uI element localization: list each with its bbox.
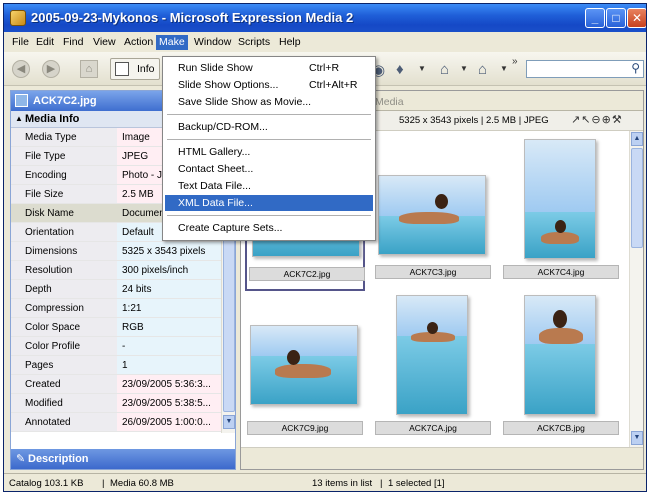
- menu-item-text-data-file[interactable]: Text Data File...: [165, 178, 373, 194]
- info-row[interactable]: Annotated 26/09/2005 1:00:0...: [11, 413, 221, 432]
- overflow-chevron-icon[interactable]: »: [512, 56, 518, 67]
- image-properties-text: 5325 x 3543 pixels | 2.5 MB | JPEG: [399, 115, 549, 126]
- thumbnail-caption: ACK7C4.jpg: [503, 265, 619, 279]
- thumbnail-scrollbar[interactable]: ▲ ▼: [629, 131, 643, 447]
- title-bar[interactable]: 2005-09-23-Mykonos - Microsoft Expressio…: [4, 4, 646, 32]
- info-row[interactable]: Resolution 300 pixels/inch: [11, 261, 221, 280]
- menu-edit[interactable]: Edit: [33, 35, 57, 50]
- thumbnail-image[interactable]: [524, 139, 596, 259]
- menu-item-xml-data-file[interactable]: XML Data File...: [165, 195, 373, 211]
- pencil-icon: ✎: [16, 453, 26, 465]
- info-label: Info: [137, 63, 155, 75]
- info-button[interactable]: Info: [110, 58, 160, 80]
- thumbnail-caption: ACK7C2.jpg: [249, 267, 365, 281]
- thumbnail-image[interactable]: [378, 175, 486, 255]
- thumbnail-image[interactable]: [524, 295, 596, 415]
- thumbnail-caption: ACK7C9.jpg: [247, 421, 363, 435]
- menu-make[interactable]: Make: [156, 35, 188, 50]
- menu-item-contact-sheet[interactable]: Contact Sheet...: [165, 161, 373, 177]
- tab-media[interactable]: Media: [375, 96, 404, 108]
- menu-separator: [167, 139, 371, 140]
- dropdown-arrow-icon[interactable]: ▼: [418, 64, 426, 73]
- forward-arrow-icon[interactable]: ▶: [42, 60, 60, 78]
- thumbnail-cell[interactable]: ACK7C3.jpg: [373, 135, 493, 291]
- info-panel-icon: [115, 62, 129, 76]
- scroll-down-icon[interactable]: ▼: [223, 415, 235, 429]
- status-divider: |: [102, 478, 105, 489]
- menu-action[interactable]: Action: [121, 35, 156, 50]
- minimize-button[interactable]: _: [585, 8, 605, 28]
- close-button[interactable]: ✕: [627, 8, 646, 28]
- menu-view[interactable]: View: [90, 35, 119, 50]
- status-bar: Catalog 103.1 KB | Media 60.8 MB 13 item…: [4, 473, 646, 491]
- menu-find[interactable]: Find: [60, 35, 86, 50]
- menu-help[interactable]: Help: [276, 35, 304, 50]
- scrollbar-thumb[interactable]: [631, 148, 643, 248]
- home-icon[interactable]: ⌂: [80, 60, 98, 78]
- status-catalog-size: Catalog 103.1 KB: [9, 478, 84, 489]
- menu-item-create-capture-sets[interactable]: Create Capture Sets...: [165, 220, 373, 236]
- dropdown-arrow-icon[interactable]: ▼: [460, 64, 468, 73]
- selected-file-name: ACK7C2.jpg: [33, 95, 97, 107]
- description-title: Description: [28, 453, 89, 465]
- info-row[interactable]: Modified 23/09/2005 5:38:5...: [11, 394, 221, 413]
- menu-item-run-slide-show[interactable]: Run Slide Show Ctrl+R: [165, 60, 373, 76]
- make-menu-dropdown: Run Slide Show Ctrl+R Slide Show Options…: [162, 56, 376, 241]
- menu-file[interactable]: File: [9, 35, 32, 50]
- info-row[interactable]: Dimensions 5325 x 3543 pixels: [11, 242, 221, 261]
- thumbnail-cell[interactable]: ACK7C4.jpg: [501, 135, 621, 291]
- house-2-icon[interactable]: ⌂: [478, 61, 487, 78]
- menu-scripts[interactable]: Scripts: [235, 35, 273, 50]
- scroll-up-icon[interactable]: ▲: [631, 132, 643, 146]
- thumbnail-image[interactable]: [396, 295, 468, 415]
- thumbnail-cell[interactable]: ACK7C9.jpg: [245, 291, 365, 447]
- status-divider: |: [380, 478, 383, 489]
- collapse-triangle-icon[interactable]: ▲: [15, 114, 23, 123]
- thumbnail-caption: ACK7C3.jpg: [375, 265, 491, 279]
- thumbnail-cell[interactable]: ACK7CB.jpg: [501, 291, 621, 447]
- window-title: 2005-09-23-Mykonos - Microsoft Expressio…: [31, 10, 354, 25]
- menu-window[interactable]: Window: [191, 35, 234, 50]
- microphone-icon[interactable]: ♦: [396, 61, 404, 78]
- status-item-count: 13 items in list: [312, 478, 373, 489]
- dropdown-arrow-icon[interactable]: ▼: [500, 64, 508, 73]
- menu-item-backup-cd-rom[interactable]: Backup/CD-ROM...: [165, 119, 373, 135]
- menu-separator: [167, 114, 371, 115]
- thumbnail-cell[interactable]: ACK7CA.jpg: [373, 291, 493, 447]
- info-row[interactable]: Depth 24 bits: [11, 280, 221, 299]
- thumbnail-image[interactable]: [250, 325, 358, 405]
- status-selection-count: 1 selected [1]: [388, 478, 445, 489]
- maximize-button[interactable]: □: [606, 8, 626, 28]
- media-info-title: Media Info: [25, 113, 80, 125]
- scroll-down-icon[interactable]: ▼: [631, 431, 643, 445]
- info-row[interactable]: Color Space RGB: [11, 318, 221, 337]
- image-file-icon: [15, 94, 28, 107]
- search-input[interactable]: ⚲: [526, 60, 644, 78]
- menu-item-html-gallery[interactable]: HTML Gallery...: [165, 144, 373, 160]
- info-row[interactable]: Compression 1:21: [11, 299, 221, 318]
- media-bottom-bar: [241, 447, 643, 469]
- thumbnail-caption: ACK7CB.jpg: [503, 421, 619, 435]
- search-icon[interactable]: ⚲: [631, 61, 640, 75]
- menu-separator: [167, 215, 371, 216]
- app-window: 2005-09-23-Mykonos - Microsoft Expressio…: [3, 3, 647, 492]
- info-row[interactable]: Pages 1: [11, 356, 221, 375]
- house-icon[interactable]: ⌂: [440, 61, 449, 78]
- app-icon: [10, 10, 26, 26]
- view-tools-icon[interactable]: ↗↖⊖⊕⚒: [571, 113, 623, 126]
- menu-item-save-slide-show-as-movie[interactable]: Save Slide Show as Movie...: [165, 94, 373, 110]
- thumbnail-caption: ACK7CA.jpg: [375, 421, 491, 435]
- description-section-header[interactable]: ✎ Description: [11, 449, 235, 469]
- menu-item-slide-show-options[interactable]: Slide Show Options... Ctrl+Alt+R: [165, 77, 373, 93]
- status-media-size: Media 60.8 MB: [110, 478, 174, 489]
- menu-bar: File Edit Find View Action Make Window S…: [4, 32, 646, 52]
- info-row[interactable]: Color Profile -: [11, 337, 221, 356]
- info-row[interactable]: Created 23/09/2005 5:36:3...: [11, 375, 221, 394]
- back-arrow-icon[interactable]: ◀: [12, 60, 30, 78]
